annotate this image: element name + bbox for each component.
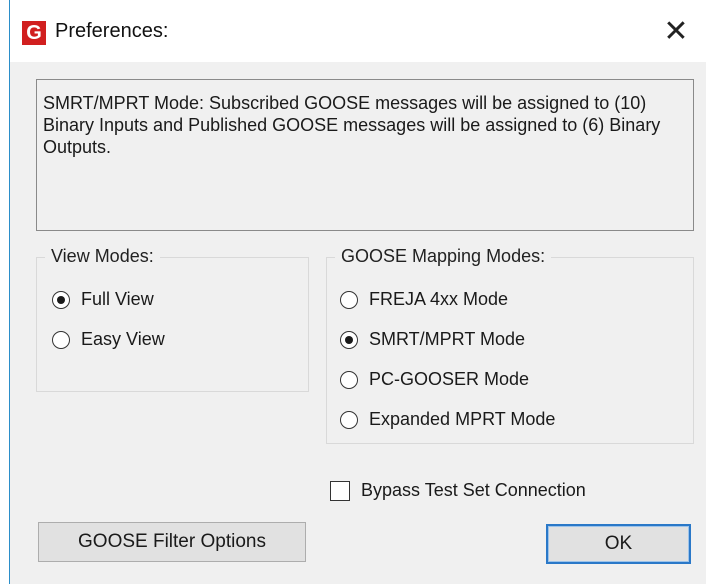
radio-smrt-mprt-mode[interactable]: SMRT/MPRT Mode <box>340 329 525 350</box>
title-bar[interactable]: G Preferences: ✕ <box>10 0 706 62</box>
goose-filter-options-button[interactable]: GOOSE Filter Options <box>38 522 306 562</box>
radio-label-easy-view: Easy View <box>81 329 165 349</box>
radio-selected-dot <box>345 335 353 344</box>
preferences-dialog: G Preferences: ✕ SMRT/MPRT Mode: Subscri… <box>9 0 706 584</box>
mode-description: SMRT/MPRT Mode: Subscribed GOOSE message… <box>36 79 694 231</box>
radio-label-expanded-mprt: Expanded MPRT Mode <box>369 409 556 429</box>
ok-button[interactable]: OK <box>546 524 691 564</box>
radio-button[interactable] <box>52 330 70 349</box>
goose-mapping-modes-label: GOOSE Mapping Modes: <box>335 246 552 267</box>
radio-button[interactable] <box>340 410 358 429</box>
radio-button[interactable] <box>340 290 358 309</box>
bypass-checkbox[interactable] <box>330 480 350 501</box>
radio-selected-dot <box>57 295 65 304</box>
close-icon: ✕ <box>663 14 689 48</box>
radio-easy-view[interactable]: Easy View <box>52 329 165 350</box>
radio-label-pc-gooser: PC-GOOSER Mode <box>369 369 530 389</box>
dialog-title: Preferences: <box>55 20 169 42</box>
radio-button[interactable] <box>340 330 358 349</box>
radio-full-view[interactable]: Full View <box>52 289 154 310</box>
radio-freja-mode[interactable]: FREJA 4xx Mode <box>340 289 508 310</box>
radio-pc-gooser-mode[interactable]: PC-GOOSER Mode <box>340 369 529 390</box>
view-modes-group: View Modes: <box>36 246 309 392</box>
radio-expanded-mprt-mode[interactable]: Expanded MPRT Mode <box>340 409 555 430</box>
radio-label-smrt-mprt: SMRT/MPRT Mode <box>369 329 526 349</box>
bypass-checkbox-label: Bypass Test Set Connection <box>361 480 586 500</box>
radio-label-freja: FREJA 4xx Mode <box>369 289 509 309</box>
radio-label-full-view: Full View <box>81 289 154 309</box>
view-modes-label: View Modes: <box>45 246 160 267</box>
radio-button[interactable] <box>340 370 358 389</box>
close-button[interactable]: ✕ <box>646 0 706 62</box>
radio-button[interactable] <box>52 290 70 309</box>
bypass-test-set-checkbox-row[interactable]: Bypass Test Set Connection <box>330 480 586 501</box>
app-logo-icon: G <box>22 21 46 45</box>
